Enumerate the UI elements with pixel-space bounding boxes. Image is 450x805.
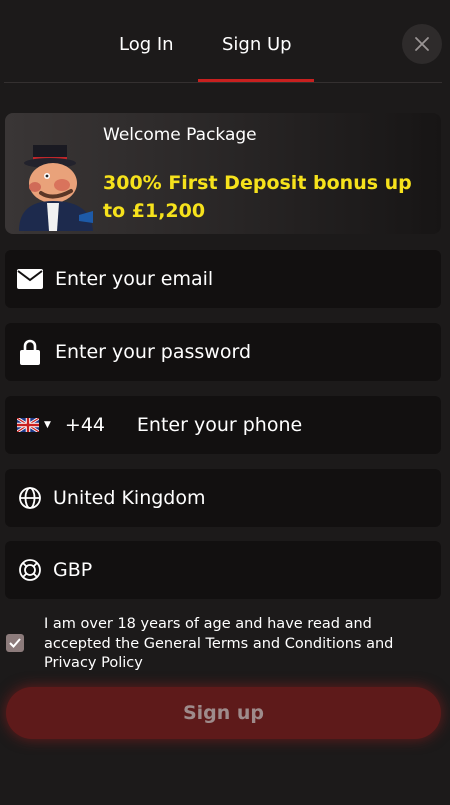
tab-signup[interactable]: Sign Up (222, 34, 292, 55)
promo-title: Welcome Package (103, 125, 257, 145)
phone-input[interactable] (134, 413, 419, 437)
country-value: United Kingdom (53, 487, 206, 509)
envelope-icon (17, 266, 43, 292)
email-field[interactable] (5, 250, 441, 308)
promo-offer: 300% First Deposit bonus up to £1,200 (103, 172, 412, 222)
welcome-promo-banner: Welcome Package 300% First Deposit bonus… (5, 113, 441, 234)
uk-flag-icon (17, 418, 39, 432)
country-code-selector[interactable]: ▼ (17, 418, 51, 432)
password-input[interactable] (53, 340, 417, 364)
password-field[interactable] (5, 323, 441, 381)
currency-value: GBP (53, 559, 93, 581)
country-select[interactable]: United Kingdom (5, 469, 441, 527)
caret-down-icon: ▼ (44, 420, 51, 430)
tab-login[interactable]: Log In (119, 34, 174, 55)
currency-icon (17, 557, 43, 583)
close-icon (415, 37, 429, 51)
lock-icon (17, 339, 43, 365)
signup-button[interactable]: Sign up (6, 687, 441, 739)
globe-icon (17, 485, 43, 511)
close-button[interactable] (402, 24, 442, 64)
phone-field[interactable]: ▼ +44 (5, 396, 441, 454)
currency-select[interactable]: GBP (5, 541, 441, 599)
phone-code: +44 (64, 414, 106, 436)
terms-checkbox[interactable] (6, 634, 24, 652)
mascot-image (19, 145, 93, 231)
email-input[interactable] (53, 267, 417, 291)
auth-tabs: Log In Sign Up (0, 0, 450, 84)
terms-text: I am over 18 years of age and have read … (44, 616, 394, 671)
tabs-divider (4, 82, 442, 83)
checkmark-icon (9, 638, 21, 648)
